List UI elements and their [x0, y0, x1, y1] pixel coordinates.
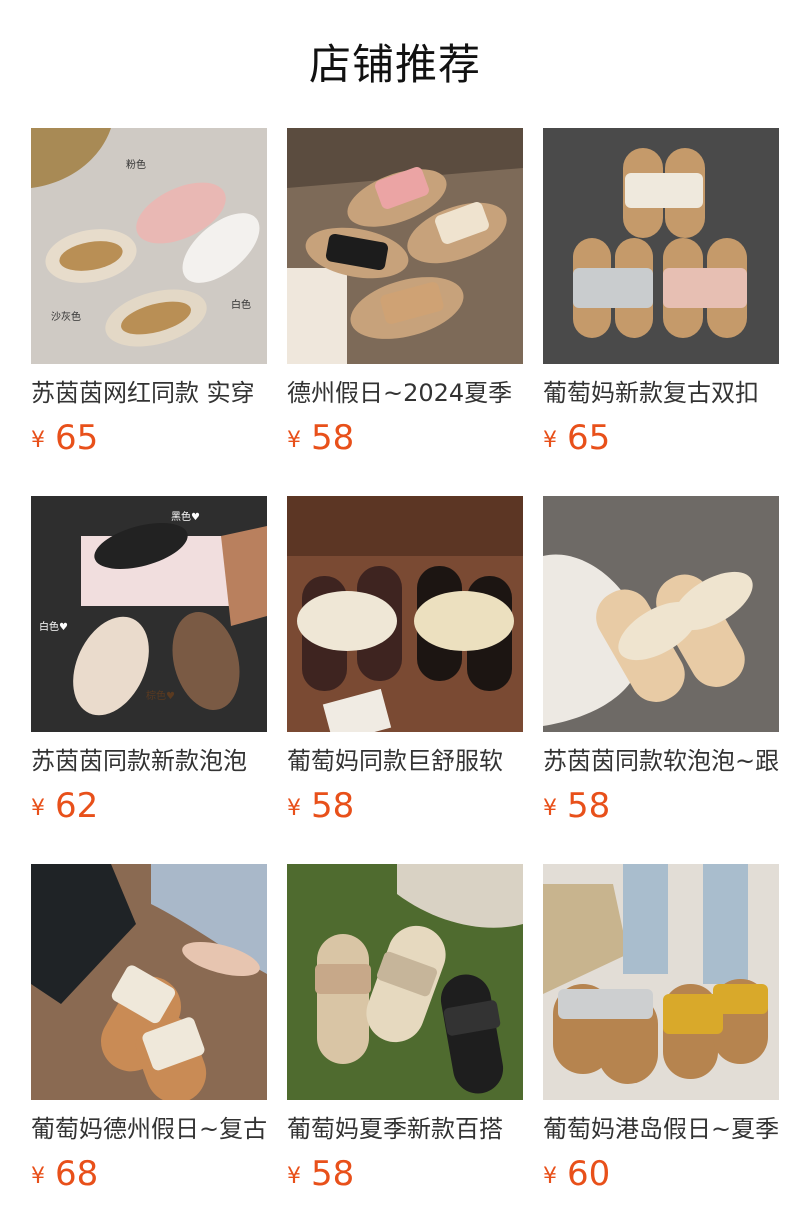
sandals-photo-icon: [31, 864, 267, 1100]
product-name[interactable]: 葡萄妈新款复古双扣: [543, 378, 779, 408]
currency-symbol: ¥: [543, 1164, 557, 1189]
sandals-photo-icon: [543, 496, 779, 732]
sandals-photo-icon: [287, 128, 523, 364]
price-value: 58: [311, 1154, 355, 1194]
currency-symbol: ¥: [287, 428, 301, 453]
product-card[interactable]: 葡萄妈德州假日~复古 ¥68: [31, 864, 267, 1202]
product-card[interactable]: 葡萄妈同款巨舒服软 ¥58: [287, 496, 523, 834]
product-price: ¥58: [287, 416, 523, 466]
product-price: ¥58: [543, 784, 779, 834]
product-card[interactable]: 葡萄妈新款复古双扣 ¥65: [543, 128, 779, 466]
currency-symbol: ¥: [543, 428, 557, 453]
color-label: 白色♥: [39, 620, 68, 633]
product-image[interactable]: [287, 864, 523, 1100]
product-price: ¥58: [287, 1152, 523, 1202]
product-name[interactable]: 葡萄妈同款巨舒服软: [287, 746, 523, 776]
product-card[interactable]: 苏茵茵同款软泡泡~跟 ¥58: [543, 496, 779, 834]
sandals-photo-icon: 粉色 白色 沙灰色: [31, 128, 267, 364]
color-label: 粉色: [126, 158, 146, 171]
page-title: 店铺推荐: [308, 40, 481, 89]
color-label: 白色: [231, 298, 251, 311]
sandals-photo-icon: [543, 864, 779, 1100]
product-name[interactable]: 苏茵茵网红同款 实穿: [31, 378, 267, 408]
product-price: ¥62: [31, 784, 267, 834]
currency-symbol: ¥: [287, 796, 301, 821]
color-label: 棕色♥: [146, 689, 175, 702]
price-value: 65: [55, 418, 99, 458]
price-value: 58: [311, 418, 355, 458]
product-price: ¥65: [31, 416, 267, 466]
price-value: 60: [567, 1154, 611, 1194]
product-name[interactable]: 德州假日~2024夏季: [287, 378, 523, 408]
product-image[interactable]: [287, 128, 523, 364]
product-card[interactable]: 粉色 白色 沙灰色 苏茵茵网红同款 实穿 ¥65: [31, 128, 267, 466]
currency-symbol: ¥: [287, 1164, 301, 1189]
product-name[interactable]: 葡萄妈夏季新款百搭: [287, 1114, 523, 1144]
color-label: 沙灰色: [51, 310, 81, 323]
product-image[interactable]: [287, 496, 523, 732]
product-card[interactable]: 葡萄妈夏季新款百搭 ¥58: [287, 864, 523, 1202]
currency-symbol: ¥: [543, 796, 557, 821]
currency-symbol: ¥: [31, 428, 45, 453]
product-name[interactable]: 苏茵茵同款软泡泡~跟: [543, 746, 779, 776]
product-image[interactable]: [543, 496, 779, 732]
currency-symbol: ¥: [31, 796, 45, 821]
currency-symbol: ¥: [31, 1164, 45, 1189]
price-value: 58: [311, 786, 355, 826]
price-value: 58: [567, 786, 611, 826]
price-value: 62: [55, 786, 99, 826]
product-price: ¥65: [543, 416, 779, 466]
color-label: 黑色♥: [171, 510, 200, 523]
product-card[interactable]: 黑色♥ 白色♥ 棕色♥ 苏茵茵同款新款泡泡 ¥62: [31, 496, 267, 834]
product-card[interactable]: 德州假日~2024夏季 ¥58: [287, 128, 523, 466]
product-price: ¥60: [543, 1152, 779, 1202]
product-image[interactable]: [543, 128, 779, 364]
product-name[interactable]: 葡萄妈德州假日~复古: [31, 1114, 267, 1144]
product-card[interactable]: 葡萄妈港岛假日~夏季 ¥60: [543, 864, 779, 1202]
product-price: ¥68: [31, 1152, 267, 1202]
product-name[interactable]: 葡萄妈港岛假日~夏季: [543, 1114, 779, 1144]
product-name[interactable]: 苏茵茵同款新款泡泡: [31, 746, 267, 776]
sandals-photo-icon: [287, 864, 523, 1100]
product-image[interactable]: [31, 864, 267, 1100]
sandals-photo-icon: [287, 496, 523, 732]
price-value: 68: [55, 1154, 99, 1194]
product-image[interactable]: 黑色♥ 白色♥ 棕色♥: [31, 496, 267, 732]
price-value: 65: [567, 418, 611, 458]
product-image[interactable]: [543, 864, 779, 1100]
product-price: ¥58: [287, 784, 523, 834]
sandals-photo-icon: 黑色♥ 白色♥ 棕色♥: [31, 496, 267, 732]
sandals-photo-icon: [543, 128, 779, 364]
product-image[interactable]: 粉色 白色 沙灰色: [31, 128, 267, 364]
